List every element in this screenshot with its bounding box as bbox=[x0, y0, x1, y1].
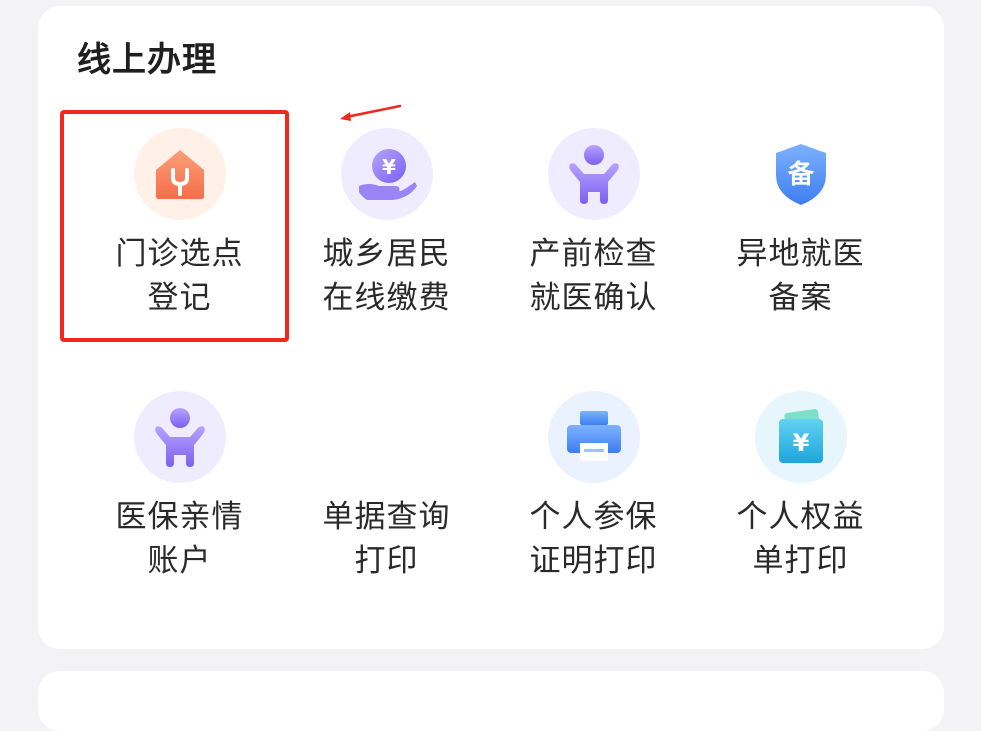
tile-label-chanqian: 产前检查 就医确认 bbox=[529, 236, 658, 316]
tile-menzhen[interactable]: 门诊选点 登记 bbox=[76, 128, 283, 348]
section-title: 线上办理 bbox=[77, 40, 217, 80]
tile-label-menzhen: 门诊选点 登记 bbox=[115, 236, 244, 316]
tile-quanyi[interactable]: ¥ 个人权益 单打印 bbox=[697, 391, 904, 611]
tile-label-canbao: 个人参保 证明打印 bbox=[529, 499, 658, 579]
house-stethoscope-icon bbox=[133, 128, 226, 220]
wallet-yuan-icon: ¥ bbox=[754, 391, 847, 483]
tile-label-beian: 异地就医 备案 bbox=[736, 236, 865, 316]
svg-text:¥: ¥ bbox=[382, 155, 396, 179]
tile-qinqing[interactable]: 医保亲情 账户 bbox=[76, 391, 283, 611]
blank-icon-slot bbox=[341, 391, 433, 483]
yuan-hand-icon: ¥ bbox=[340, 128, 433, 220]
svg-text:¥: ¥ bbox=[792, 429, 809, 457]
tile-jiaofei[interactable]: ¥ 城乡居民 在线缴费 bbox=[283, 128, 490, 348]
tile-label-jiaofei: 城乡居民 在线缴费 bbox=[322, 236, 451, 316]
tile-danju[interactable]: 单据查询 打印 bbox=[283, 391, 490, 611]
tile-beian[interactable]: 备 异地就医 备案 bbox=[697, 128, 904, 348]
next-section-card bbox=[38, 671, 944, 731]
printer-icon bbox=[547, 391, 640, 483]
svg-text:备: 备 bbox=[786, 160, 814, 190]
child-figure-icon bbox=[547, 128, 640, 220]
shield-bei-icon: 备 bbox=[755, 128, 847, 220]
tile-canbao[interactable]: 个人参保 证明打印 bbox=[490, 391, 697, 611]
tile-label-qinqing: 医保亲情 账户 bbox=[115, 499, 244, 579]
child-figure-icon bbox=[133, 391, 226, 483]
tile-label-quanyi: 个人权益 单打印 bbox=[736, 499, 865, 579]
tile-label-danju: 单据查询 打印 bbox=[322, 499, 451, 579]
services-grid: 门诊选点 登记 ¥ 城乡居民 在线缴费 产前检查 就医确认 备 异地就医 备案 … bbox=[38, 128, 868, 608]
tile-chanqian[interactable]: 产前检查 就医确认 bbox=[490, 128, 697, 348]
